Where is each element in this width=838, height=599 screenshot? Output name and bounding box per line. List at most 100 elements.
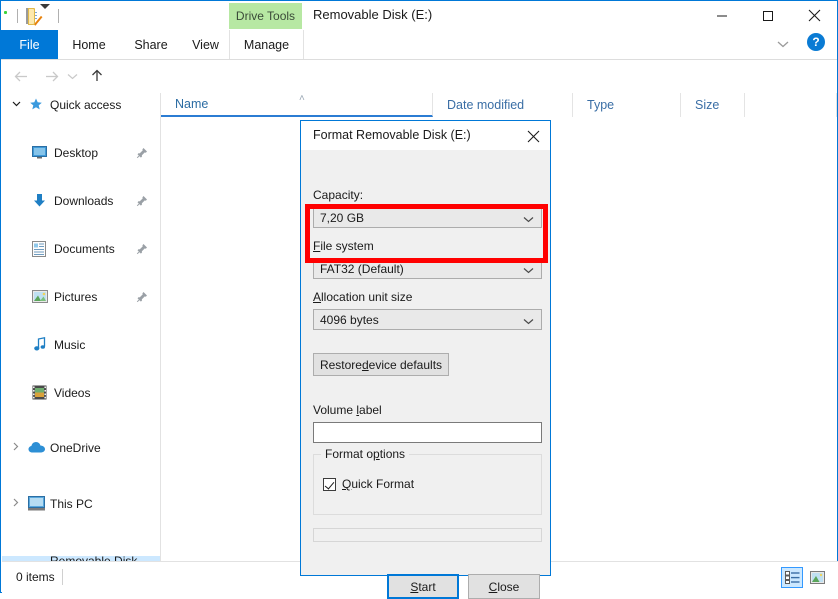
pin-icon[interactable] (136, 147, 148, 162)
volume-label-post: abel (359, 403, 382, 417)
cloud-icon (28, 441, 46, 454)
tab-view[interactable]: View (182, 30, 229, 59)
sidebar-item-label: Removable Disk (E:) (50, 554, 138, 561)
back-button[interactable] (9, 64, 33, 88)
restore-device-defaults-button[interactable]: Restore d evice defaults (313, 353, 449, 376)
tab-share-label: Share (134, 37, 168, 52)
dialog-title-bar: Format Removable Disk (E:) (301, 121, 550, 150)
start-button[interactable]: Start (387, 574, 459, 599)
chevron-right-icon[interactable] (10, 498, 22, 509)
column-header-name-label: Name (175, 97, 209, 111)
close-dialog-button[interactable]: Close (468, 574, 540, 599)
tab-file[interactable]: File (1, 30, 58, 59)
tab-share[interactable]: Share (120, 30, 182, 59)
column-header-blank[interactable] (745, 93, 837, 117)
capacity-combobox[interactable]: 7,20 GB (313, 207, 542, 228)
sidebar-item-quick-access[interactable]: Quick access (2, 93, 160, 117)
file-system-label: File system (313, 239, 374, 253)
sidebar-item-music[interactable]: Music (2, 333, 160, 357)
file-system-combobox[interactable]: FAT32 (Default) (313, 258, 542, 279)
minimize-button[interactable] (699, 1, 745, 30)
chevron-down-icon (523, 314, 534, 328)
item-count-label: 0 items (16, 570, 55, 584)
pin-icon[interactable] (136, 291, 148, 306)
sidebar-item-label: Downloads (54, 194, 114, 208)
column-header-type[interactable]: Type (573, 93, 681, 117)
maximize-button[interactable] (745, 1, 791, 30)
capacity-label: Capacity: (313, 188, 363, 202)
tab-home[interactable]: Home (58, 30, 120, 59)
quick-format-checkbox[interactable]: Quick Format (323, 477, 414, 491)
quick-format-label: Quick Format (342, 477, 414, 491)
documents-icon (32, 241, 46, 257)
column-header-size[interactable]: Size (681, 93, 745, 117)
allocation-unit-size-combobox[interactable]: 4096 bytes (313, 309, 542, 330)
forward-button[interactable] (39, 64, 63, 88)
computer-icon (28, 496, 45, 511)
format-options-label: Format options (321, 447, 410, 461)
ribbon-tab-strip: File Home Share View Manage (1, 30, 837, 60)
help-icon[interactable]: ? (807, 33, 825, 51)
format-progress-bar (313, 528, 542, 542)
sort-ascending-icon: ˄ (299, 93, 305, 104)
chevron-down-icon[interactable] (773, 35, 793, 53)
help-label: ? (812, 35, 820, 49)
allocation-label-key: A (313, 290, 322, 304)
close-icon[interactable] (520, 125, 546, 147)
sidebar-item-label: OneDrive (50, 441, 101, 455)
chevron-down-icon[interactable] (10, 99, 22, 109)
star-icon (28, 97, 44, 113)
sidebar-item-onedrive[interactable]: OneDrive (2, 436, 160, 460)
recent-locations-chevron-icon[interactable] (63, 64, 81, 88)
sidebar-item-this-pc[interactable]: This PC (2, 492, 160, 516)
tab-manage[interactable]: Manage (229, 30, 304, 59)
sidebar-item-downloads[interactable]: Downloads (2, 189, 160, 213)
sidebar-item-label: This PC (50, 497, 93, 511)
pin-icon[interactable] (136, 195, 148, 210)
navigation-pane[interactable]: Quick access Desktop Downloads Documents… (2, 93, 161, 561)
chevron-right-icon[interactable] (10, 442, 22, 453)
volume-label-input[interactable] (313, 422, 542, 443)
qat-separator-2 (58, 9, 59, 23)
sidebar-item-label: Videos (54, 386, 91, 400)
column-header-date-modified[interactable]: Date modified (433, 93, 573, 117)
download-icon (32, 193, 47, 208)
format-dialog[interactable]: Format Removable Disk (E:) Capacity: 7,2… (300, 120, 551, 599)
close-key: C (488, 579, 498, 594)
restore-defaults-key: d (361, 357, 369, 372)
tab-file-label: File (19, 37, 40, 52)
new-folder-icon[interactable] (33, 8, 35, 24)
sidebar-item-desktop[interactable]: Desktop (2, 141, 160, 165)
format-options-post: tions (379, 447, 406, 461)
up-button[interactable] (85, 64, 109, 88)
details-view-button[interactable] (781, 567, 803, 588)
videos-icon (32, 385, 47, 400)
quick-access-toolbar (9, 4, 62, 27)
column-header-date-label: Date modified (447, 98, 525, 112)
sidebar-item-label: Desktop (54, 146, 99, 160)
title-bar: Drive Tools Removable Disk (E:) (1, 1, 837, 30)
pin-icon[interactable] (136, 243, 148, 258)
large-icons-view-button[interactable] (806, 567, 828, 588)
capacity-label-text: Capacity: (313, 188, 364, 202)
sidebar-item-label: Documents (54, 242, 115, 256)
window-title: Removable Disk (E:) (313, 7, 433, 22)
view-mode-buttons (781, 567, 828, 588)
close-button[interactable] (791, 1, 837, 30)
chevron-down-icon (523, 263, 534, 277)
restore-defaults-post: evice defaults (368, 357, 443, 372)
music-icon (34, 337, 46, 352)
sidebar-item-documents[interactable]: Documents (2, 237, 160, 261)
checkbox-checked-icon (323, 477, 336, 491)
sidebar-item-videos[interactable]: Videos (2, 381, 160, 405)
sidebar-item-label: Pictures (54, 290, 98, 304)
sidebar-item-pictures[interactable]: Pictures (2, 285, 160, 309)
pictures-icon (32, 290, 48, 303)
column-header-type-label: Type (587, 98, 615, 112)
tab-home-label: Home (72, 37, 106, 52)
allocation-unit-size-value: 4096 bytes (320, 312, 379, 327)
column-header-size-label: Size (695, 98, 720, 112)
dialog-title: Format Removable Disk (E:) (313, 128, 471, 142)
format-options-pre: Format o (325, 447, 374, 461)
column-header-name[interactable]: Name ˄ (161, 93, 433, 117)
